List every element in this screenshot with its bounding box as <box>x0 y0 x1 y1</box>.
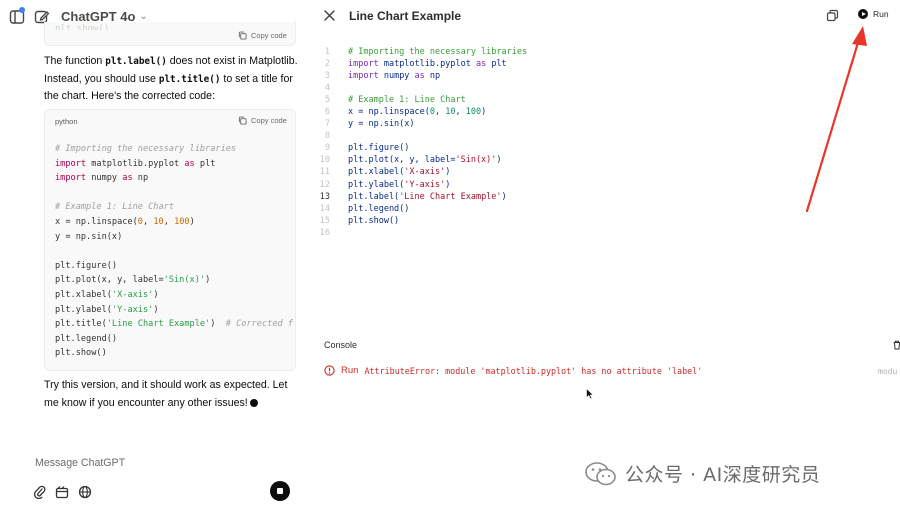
attach-icon[interactable] <box>33 485 47 499</box>
copy-code-button[interactable]: Copy code <box>238 116 287 125</box>
line-number: 13 <box>319 191 330 202</box>
chevron-down-icon: ⌄ <box>139 11 148 22</box>
mouse-cursor-icon <box>586 388 594 400</box>
editor-line[interactable]: x = np.linspace(0, 10, 100) <box>348 106 527 118</box>
copy-code-label: Copy code <box>251 116 287 125</box>
trash-icon[interactable] <box>892 340 900 350</box>
editor-line[interactable]: # Importing the necessary libraries <box>348 46 527 58</box>
line-number: 5 <box>324 95 330 106</box>
line-number: 12 <box>319 179 330 190</box>
line-number: 11 <box>319 167 330 178</box>
chat-panel: ChatGPT 4o ⌄ plt.show() Copy code The fu… <box>0 0 310 511</box>
code-line: plt.show() <box>55 348 107 359</box>
error-type: AttributeError: <box>364 365 441 376</box>
message-input[interactable]: Message ChatGPT <box>35 457 125 469</box>
run-button[interactable]: Run <box>858 9 889 19</box>
line-numbers: 1 2 3 4 5 6 7 8 9 10 11 12 13 14 15 16 <box>310 46 330 239</box>
editor-line[interactable]: # Example 1: Line Chart <box>348 94 527 106</box>
inline-code: plt.title() <box>158 73 221 85</box>
line-number: 4 <box>324 83 330 94</box>
code-language: python <box>55 117 78 126</box>
copy-icon <box>238 116 247 125</box>
line-number: 9 <box>324 143 330 154</box>
watermark-text: 公众号 · AI深度研究员 <box>625 464 821 486</box>
play-icon <box>858 9 868 19</box>
line-number: 8 <box>324 131 330 142</box>
wechat-logo-icon <box>585 461 616 485</box>
line-number: 15 <box>319 215 330 226</box>
partial-code-text: plt.show() <box>55 24 110 30</box>
code-line: # Importing the necessary libraries <box>55 144 237 154</box>
code-line: plt.plot(x, y, label='Sin(x)') <box>55 275 211 286</box>
line-number: 14 <box>319 203 330 214</box>
editor-line[interactable]: import matplotlib.pyplot as plt <box>348 58 527 70</box>
stop-generating-button[interactable] <box>270 481 290 501</box>
code-line: plt.legend() <box>55 333 118 344</box>
code-line: y = np.sin(x) <box>55 231 123 242</box>
editor-line[interactable] <box>348 82 527 94</box>
code-line: import matplotlib.pyplot as plt <box>55 158 216 169</box>
editor-line[interactable] <box>348 227 527 239</box>
console-run-label: Run <box>341 365 359 376</box>
editor-line[interactable]: plt.plot(x, y, label='Sin(x)') <box>348 154 527 166</box>
line-number: 1 <box>324 47 330 57</box>
console-error-source: modu <box>878 367 898 376</box>
console-error-text: AttributeError: module 'matplotlib.pyplo… <box>364 366 702 376</box>
code-line: plt.xlabel('X-axis') <box>55 289 159 300</box>
code-content: # Importing the necessary libraries impor… <box>55 142 293 361</box>
code-line: plt.title('Line Chart Example') # Correc… <box>55 319 294 330</box>
canvas-panel: Line Chart Example Run 1 2 3 4 5 6 7 8 9 10 11 12 13… <box>310 0 900 511</box>
editor-content[interactable]: # Importing the necessary libraries impor… <box>348 46 527 239</box>
previous-code-block: plt.show() Copy code <box>44 22 296 46</box>
tools-icon[interactable] <box>55 485 69 499</box>
inline-code: plt.label() <box>105 56 167 67</box>
line-number: 6 <box>324 107 330 118</box>
run-label: Run <box>873 9 889 19</box>
copy-icon <box>238 31 247 40</box>
code-line: # Example 1: Line Chart <box>55 202 174 213</box>
code-line: plt.ylabel('Y-axis') <box>55 304 159 315</box>
close-icon[interactable] <box>323 9 336 22</box>
editor-line[interactable]: plt.figure() <box>348 142 527 154</box>
error-icon <box>324 365 335 376</box>
editor-line[interactable]: plt.ylabel('Y-axis') <box>348 179 527 191</box>
canvas-title: Line Chart Example <box>349 9 462 23</box>
line-number: 7 <box>324 119 330 130</box>
code-line: import numpy as np <box>55 173 149 184</box>
assistant-closing-message: Try this version, and it should work as … <box>44 377 302 412</box>
console-error-line: Run AttributeError: module 'matplotlib.p… <box>324 365 702 376</box>
line-number: 16 <box>319 227 330 238</box>
line-number: 10 <box>319 155 330 166</box>
code-block-header: python Copy code <box>45 110 295 132</box>
notification-dot <box>19 7 25 13</box>
editor-line[interactable]: plt.legend() <box>348 203 527 215</box>
streaming-cursor <box>249 398 258 407</box>
code-line: plt.figure() <box>55 260 118 271</box>
assistant-message: The function plt.label() does not exist … <box>44 53 302 106</box>
editor-line[interactable]: y = np.sin(x) <box>348 118 527 130</box>
editor-line[interactable]: plt.show() <box>348 215 527 227</box>
error-message: module 'matplotlib.pyplot' has no attrib… <box>440 365 703 376</box>
watermark: 公众号 · AI深度研究员 <box>584 460 820 487</box>
code-editor[interactable]: 1 2 3 4 5 6 7 8 9 10 11 12 13 14 15 16 # Importing the … <box>310 46 900 246</box>
line-number: 3 <box>324 71 330 82</box>
console-title: Console <box>324 340 358 350</box>
code-block: python Copy code # Importing the necessa… <box>44 109 296 371</box>
globe-icon[interactable] <box>78 485 92 499</box>
duplicate-icon[interactable] <box>826 9 839 22</box>
message-text: The function <box>44 55 106 67</box>
editor-line[interactable]: plt.label('Line Chart Example') <box>348 191 527 203</box>
editor-line[interactable]: import numpy as np <box>348 70 527 82</box>
copy-code-label: Copy code <box>251 31 287 40</box>
editor-line[interactable] <box>348 130 527 142</box>
line-number: 2 <box>324 59 330 70</box>
copy-code-button-top[interactable]: Copy code <box>238 31 287 40</box>
editor-line[interactable]: plt.xlabel('X-axis') <box>348 166 527 178</box>
code-line: x = np.linspace(0, 10, 100) <box>55 216 195 227</box>
